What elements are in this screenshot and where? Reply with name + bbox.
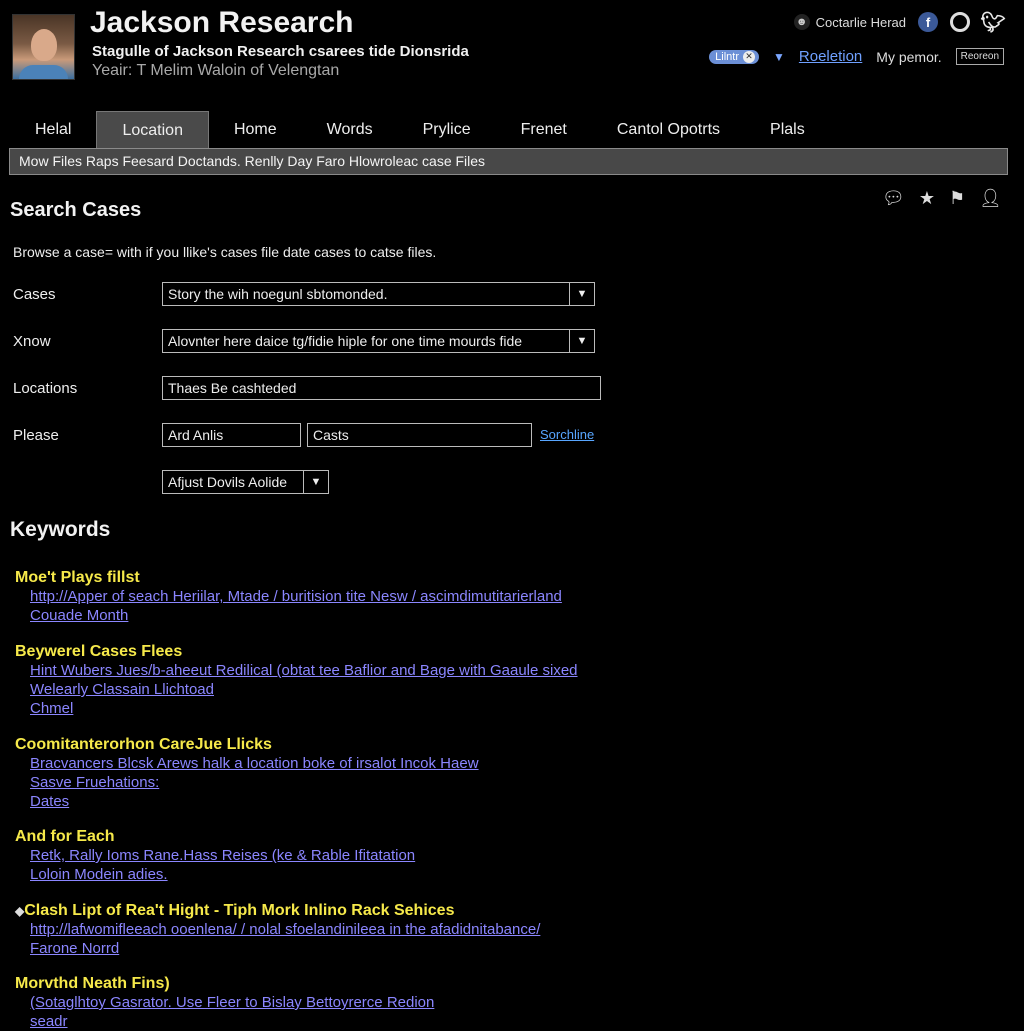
- keyword-link[interactable]: Farone Norrd: [30, 939, 540, 958]
- keyword-link[interactable]: Welearly Classain Llichtoad: [30, 680, 578, 699]
- keyword-link[interactable]: Bracvancers Blcsk Arews halk a location …: [30, 754, 479, 773]
- circle-icon[interactable]: [950, 12, 970, 32]
- chevron-down-icon[interactable]: ▼: [303, 471, 328, 493]
- keyword-heading: Beywerel Cases Flees: [15, 643, 183, 660]
- keywords-title: Keywords: [10, 518, 111, 541]
- keyword-link[interactable]: Sasve Fruehations:: [30, 773, 479, 792]
- keyword-heading: Coomitanterorhon CareJue Llicks: [15, 736, 272, 753]
- chevron-down-icon[interactable]: ▼: [569, 330, 594, 352]
- adjust-value: Afjust Dovils Aolide: [168, 474, 288, 490]
- keyword-link[interactable]: (Sotaglhtoy Gasrator. Use Fleer to Bisla…: [30, 993, 434, 1012]
- facebook-icon[interactable]: f: [918, 12, 938, 32]
- keyword-heading: Moe't Plays fillst: [15, 569, 140, 586]
- keyword-heading-text: Clash Lipt of Rea't Hight - Tiph Mork In…: [24, 902, 455, 919]
- keyword-link[interactable]: Dates: [30, 792, 479, 811]
- cases-label: Cases: [13, 286, 56, 303]
- chevron-down-icon[interactable]: ▼: [773, 50, 785, 64]
- please-input[interactable]: Ard Anlis: [162, 423, 301, 447]
- tab-frenet[interactable]: Frenet: [496, 111, 592, 148]
- keyword-link[interactable]: Retk, Rally Ioms Rane.Hass Reises (ke & …: [30, 846, 415, 865]
- keyword-group: And for Each Retk, Rally Ioms Rane.Hass …: [15, 828, 415, 884]
- please-value: Ard Anlis: [168, 427, 224, 443]
- avatar-face: [31, 29, 57, 61]
- pill-label: Lilntr: [715, 50, 739, 63]
- keyword-link[interactable]: Couade Month: [30, 606, 562, 625]
- keyword-link[interactable]: seadr: [30, 1012, 434, 1031]
- status-pill[interactable]: Lilntr ✕: [709, 49, 759, 64]
- cases-value: Story the wih noegunl sbtomonded.: [168, 286, 388, 302]
- keyword-group: ◆Clash Lipt of Rea't Hight - Tiph Mork I…: [15, 902, 540, 958]
- tab-helal[interactable]: Helal: [10, 111, 96, 148]
- tab-location[interactable]: Location: [96, 111, 209, 149]
- adjust-select[interactable]: Afjust Dovils Aolide ▼: [162, 470, 329, 494]
- tab-prylice[interactable]: Prylice: [398, 111, 496, 148]
- site-tagline: Yeair: T Melim Waloin of Velengtan: [92, 62, 340, 79]
- account-bar: Lilntr ✕ ▼ Roeletion My pemor. Reoreon: [709, 48, 1004, 65]
- cases-select[interactable]: Story the wih noegunl sbtomonded. ▼: [162, 282, 595, 306]
- keyword-link[interactable]: http://lafwomifleeach ooenlena/ / nolal …: [30, 920, 540, 939]
- tab-home[interactable]: Home: [209, 111, 302, 148]
- keyword-group: Moe't Plays fillst http://Apper of seach…: [15, 569, 562, 625]
- avatar-shirt: [19, 65, 68, 79]
- locations-value: Thaes Be cashteded: [168, 380, 297, 396]
- chevron-down-icon[interactable]: ▼: [569, 283, 594, 305]
- keyword-heading: Morvthd Neath Fins): [15, 975, 170, 992]
- close-icon[interactable]: ✕: [743, 50, 755, 63]
- xnow-select[interactable]: Alovnter here daice tg/fidie hiple for o…: [162, 329, 595, 353]
- comment-icon[interactable]: 💬︎: [882, 188, 905, 209]
- account-menu[interactable]: My pemor.: [876, 49, 941, 65]
- please-label: Please: [13, 427, 59, 444]
- site-title: Jackson Research: [90, 6, 354, 39]
- main-tabs: Helal Location Home Words Prylice Frenet…: [10, 111, 1010, 149]
- user-name: Coctarlie Herad: [815, 14, 906, 30]
- locations-input[interactable]: Thaes Be cashteded: [162, 376, 601, 400]
- xnow-value: Alovnter here daice tg/fidie hiple for o…: [168, 333, 523, 349]
- casts-input[interactable]: Casts: [307, 423, 532, 447]
- keyword-link[interactable]: Hint Wubers Jues/b-aheeut Redilical (obt…: [30, 661, 578, 680]
- star-icon[interactable]: ★: [919, 188, 935, 209]
- keyword-link[interactable]: Chmel: [30, 699, 578, 718]
- keyword-link[interactable]: Loloin Modein adies.: [30, 865, 415, 884]
- social-bar: ☻ Coctarlie Herad f 🐦︎: [793, 12, 1006, 34]
- keyword-link[interactable]: http://Apper of seach Heriilar, Mtade / …: [30, 587, 562, 606]
- locations-label: Locations: [13, 380, 78, 397]
- casts-value: Casts: [313, 427, 349, 443]
- tab-plals[interactable]: Plals: [745, 111, 830, 148]
- tab-cantol-opotrts[interactable]: Cantol Opotrts: [592, 111, 745, 148]
- keyword-heading: ◆Clash Lipt of Rea't Hight - Tiph Mork I…: [15, 902, 540, 920]
- bullet-icon: ◆: [15, 904, 25, 918]
- search-description: Browse a case= with if you llike's cases…: [13, 244, 437, 260]
- twitter-icon[interactable]: 🐦︎: [980, 12, 1005, 34]
- page-header: Jackson Research Stagulle of Jackson Res…: [0, 0, 1024, 110]
- user-icon[interactable]: 👤︎: [979, 188, 1002, 209]
- avatar: [12, 14, 75, 80]
- header-button[interactable]: Reoreon: [955, 48, 1004, 65]
- xnow-label: Xnow: [13, 333, 51, 350]
- keyword-group: Morvthd Neath Fins) (Sotaglhtoy Gasrator…: [15, 975, 434, 1031]
- toolbar: 💬︎ ★ ⚑ 👤︎: [882, 188, 1002, 209]
- keyword-heading: And for Each: [15, 828, 115, 845]
- search-title: Search Cases: [10, 199, 142, 221]
- user-menu[interactable]: ☻ Coctarlie Herad: [793, 14, 906, 30]
- user-icon: ☻: [793, 14, 810, 30]
- notice-bar: Mow Files Raps Feesard Doctands. Renlly …: [9, 148, 1008, 175]
- keyword-group: Beywerel Cases Flees Hint Wubers Jues/b-…: [15, 643, 578, 718]
- keyword-group: Coomitanterorhon CareJue Llicks Bracvanc…: [15, 736, 479, 811]
- flag-icon[interactable]: ⚑: [949, 188, 965, 209]
- site-subtitle: Stagulle of Jackson Research csarees tid…: [92, 43, 469, 60]
- search-link[interactable]: Sorchline: [540, 427, 594, 442]
- tab-words[interactable]: Words: [302, 111, 398, 148]
- header-link[interactable]: Roeletion: [799, 48, 862, 65]
